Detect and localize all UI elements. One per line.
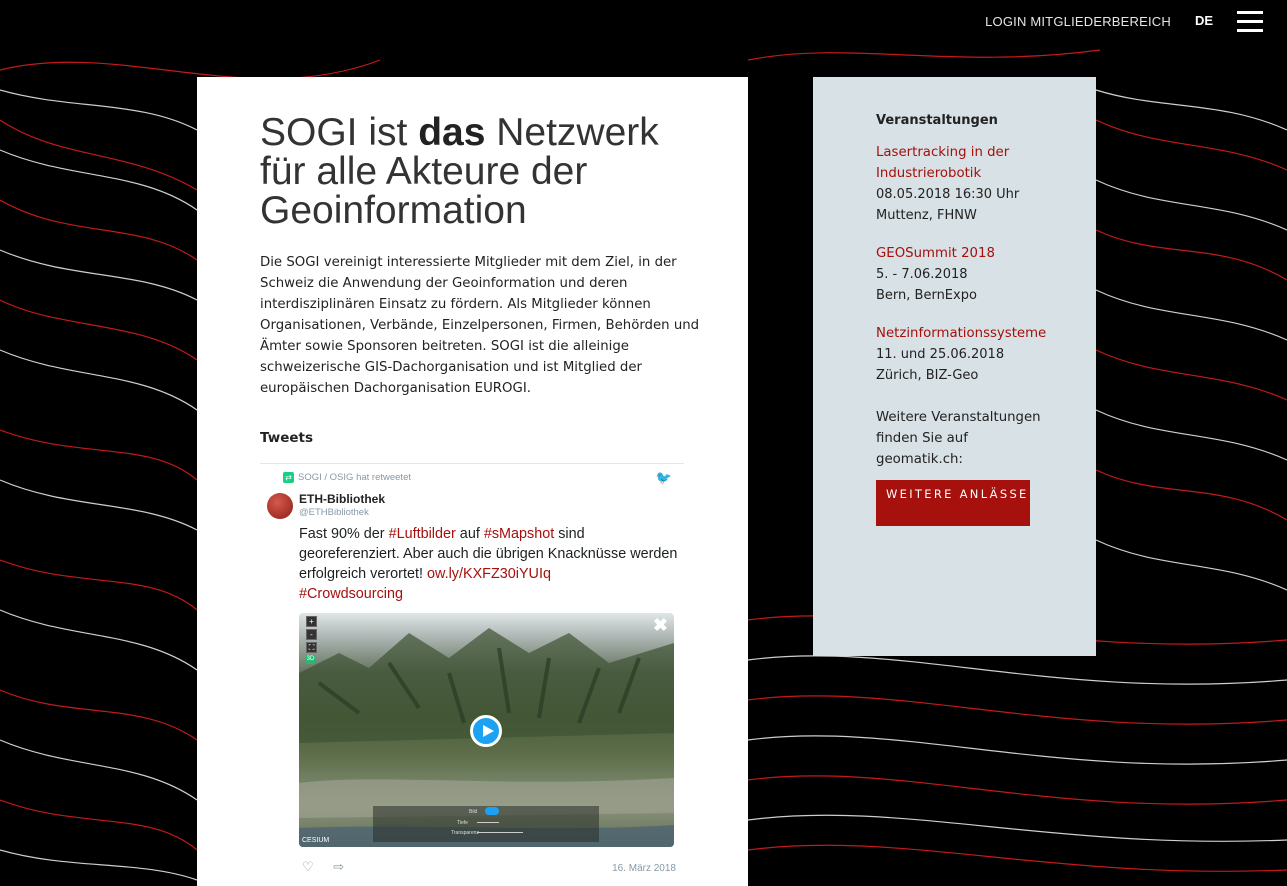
tweet-handle[interactable]: @ETHBibliothek xyxy=(299,507,369,518)
events-heading: Veranstaltungen xyxy=(876,113,998,128)
event-date: 11. und 25.06.2018 xyxy=(876,347,1005,362)
tweet-media-video[interactable]: + - ⛶ 3D ✖ Bild Tiefe Transparenz CESIUM xyxy=(299,613,674,847)
page-headline: SOGI ist das Netzwerk für alle Akteure d… xyxy=(260,111,659,232)
main-content-panel: SOGI ist das Netzwerk für alle Akteure d… xyxy=(197,77,748,886)
event-item: Lasertracking in der Industrierobotik 08… xyxy=(876,142,1051,226)
share-icon[interactable]: ⇨ xyxy=(333,859,344,874)
event-item: GEOSummit 2018 5. - 7.06.2018 Bern, Bern… xyxy=(876,243,1051,306)
retweet-icon: ⇄ xyxy=(283,472,294,483)
hashtag-link[interactable]: #Luftbilder xyxy=(389,526,456,542)
tweet-author[interactable]: ETH-Bibliothek xyxy=(299,492,385,506)
retweet-row: ⇄ SOGI / OSIG hat retweetet xyxy=(283,472,411,483)
login-members-link[interactable]: LOGIN MITGLIEDERBEREICH xyxy=(985,14,1171,29)
intro-paragraph: Die SOGI vereinigt interessierte Mitglie… xyxy=(260,255,700,396)
tweet-card[interactable]: ⇄ SOGI / OSIG hat retweetet 🐦 ETH-Bibliot… xyxy=(260,463,684,886)
twitter-bird-icon[interactable]: 🐦 xyxy=(656,470,672,486)
event-title-link[interactable]: Lasertracking in der Industrierobotik xyxy=(876,142,1051,184)
tweets-heading: Tweets xyxy=(260,430,313,446)
language-selector[interactable]: DE xyxy=(1195,13,1213,28)
tweet-text: Fast 90% der #Luftbilder auf #sMapshot s… xyxy=(299,526,678,602)
event-place: Muttenz, FHNW xyxy=(876,208,977,223)
zoom-in-button[interactable]: + xyxy=(306,616,317,627)
play-button-icon[interactable] xyxy=(470,715,502,747)
more-events-text: Weitere Veranstaltungen finden Sie auf g… xyxy=(876,410,1041,467)
hashtag-link[interactable]: #Crowdsourcing xyxy=(299,586,403,602)
zoom-controls: + - ⛶ xyxy=(306,616,317,655)
tweet-actions: ♡ ⇨ xyxy=(302,859,360,875)
hamburger-menu-icon[interactable] xyxy=(1237,11,1263,33)
like-heart-icon[interactable]: ♡ xyxy=(302,859,314,874)
zoom-out-button[interactable]: - xyxy=(306,629,317,640)
close-icon[interactable]: ✖ xyxy=(653,615,668,636)
hashtag-link[interactable]: #sMapshot xyxy=(484,526,554,542)
event-place: Bern, BernExpo xyxy=(876,288,977,303)
layer-controls-panel: Bild Tiefe Transparenz xyxy=(373,806,599,842)
event-place: Zürich, BIZ-Geo xyxy=(876,368,979,383)
cesium-logo: CESIUM xyxy=(302,837,330,844)
event-title-link[interactable]: GEOSummit 2018 xyxy=(876,243,1051,264)
tweet-date[interactable]: 16. März 2018 xyxy=(612,863,676,874)
fullscreen-button[interactable]: ⛶ xyxy=(306,642,317,653)
bild-toggle[interactable] xyxy=(485,807,499,815)
events-sidebar: Veranstaltungen Lasertracking in der Ind… xyxy=(813,77,1096,656)
event-date: 5. - 7.06.2018 xyxy=(876,267,968,282)
3d-toggle-icon[interactable]: 3D xyxy=(306,655,315,664)
avatar[interactable] xyxy=(267,493,293,519)
top-navigation-bar: LOGIN MITGLIEDERBEREICH DE xyxy=(0,0,1287,44)
depth-slider[interactable] xyxy=(477,822,499,823)
transparency-slider[interactable] xyxy=(477,832,523,833)
event-date: 08.05.2018 16:30 Uhr xyxy=(876,187,1020,202)
more-events-button[interactable]: WEITERE ANLÄSSE xyxy=(876,480,1030,526)
url-link[interactable]: ow.ly/KXFZ30iYUIq xyxy=(427,566,551,582)
event-item: Netzinformationssysteme 11. und 25.06.20… xyxy=(876,323,1051,386)
event-title-link[interactable]: Netzinformationssysteme xyxy=(876,323,1051,344)
